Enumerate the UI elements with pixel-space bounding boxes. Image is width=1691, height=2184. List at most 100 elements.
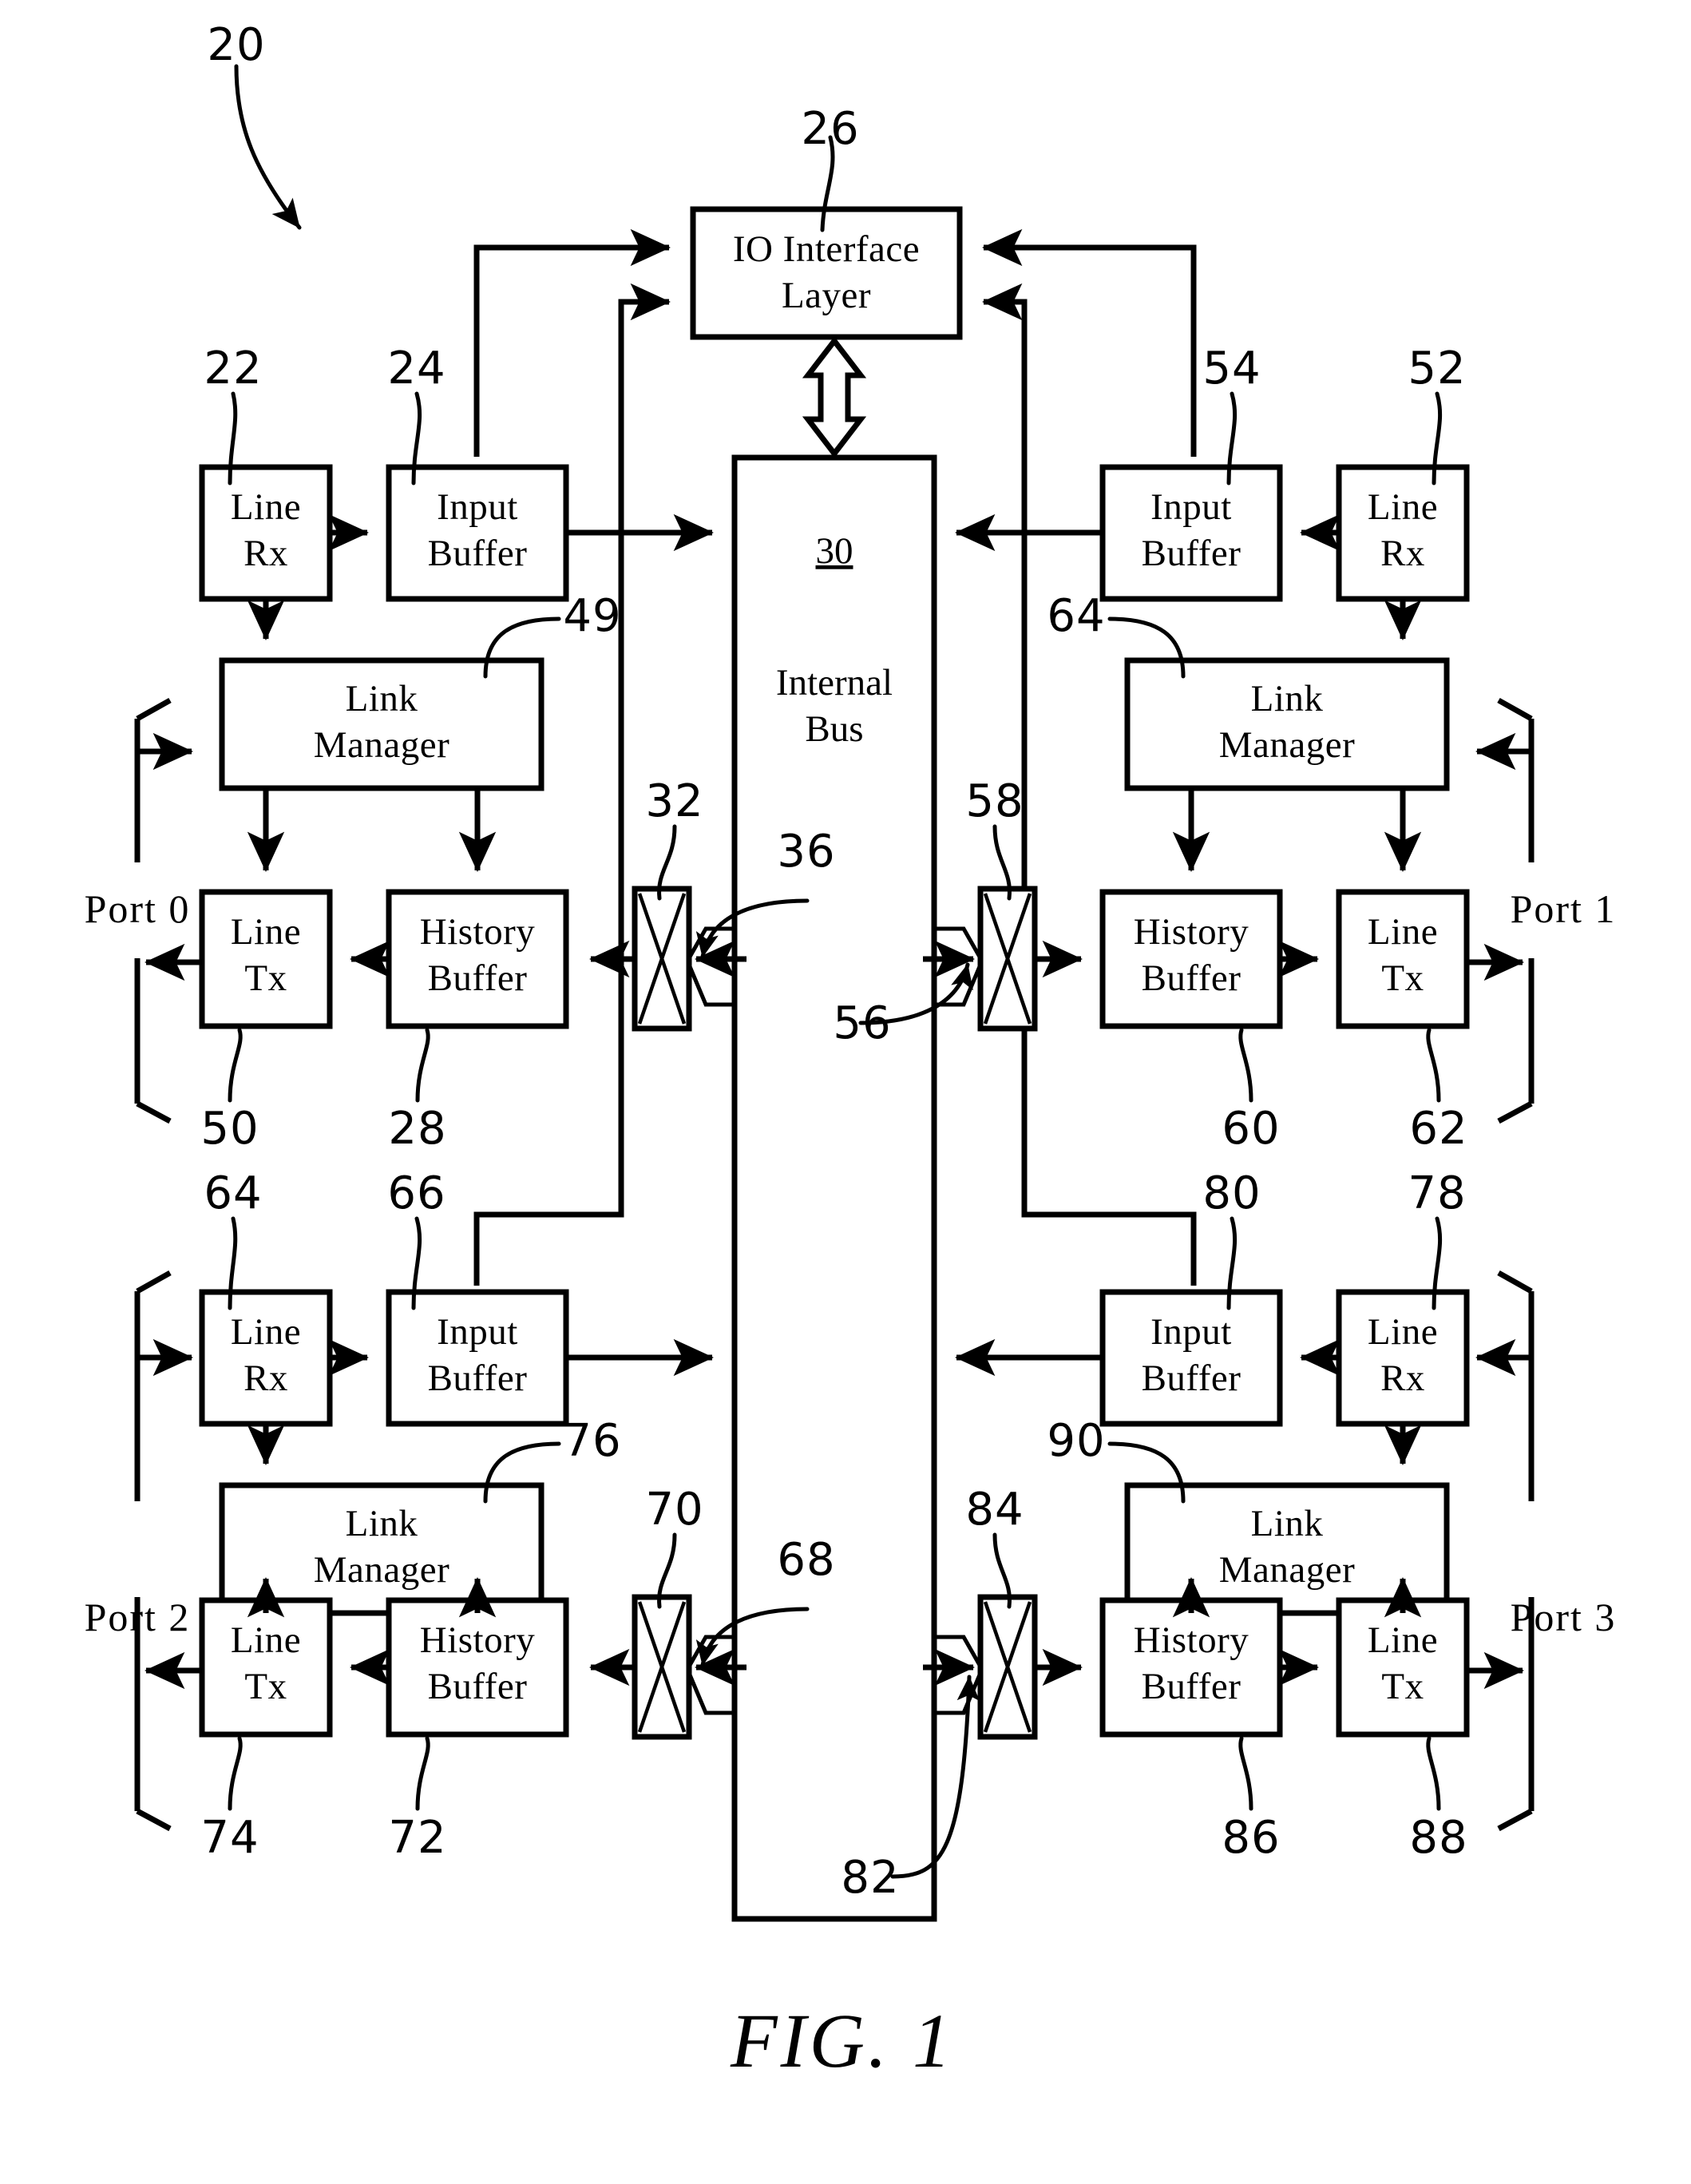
port1-line-tx-ref-label: 62 <box>1409 1103 1467 1155</box>
system-ref-label: 20 <box>207 19 265 71</box>
wire-ib0-to-io <box>473 228 671 457</box>
wire-ib2-to-io <box>473 283 671 1286</box>
port2-history-buffer-label-line2: Buffer <box>428 1666 528 1707</box>
internal-bus-ref-label: 30 <box>816 530 853 572</box>
port0-history-buffer-label-line1: History <box>420 911 536 953</box>
port3-line-tx-ref-label: 88 <box>1409 1812 1467 1864</box>
port2-history-buffer-ref-label: 72 <box>388 1812 446 1864</box>
port0-line-rx-label-line1: Line <box>231 486 301 528</box>
port2-mux-ref-label: 68 <box>777 1534 835 1586</box>
internal-bus-label-line2: Bus <box>805 708 863 750</box>
io-interface-ref-label: 26 <box>801 103 859 155</box>
port1-input-buffer-label-line2: Buffer <box>1142 533 1242 574</box>
port1-line-rx-label-line2: Rx <box>1380 533 1425 574</box>
port3-mux-stub-lower <box>934 1672 983 1715</box>
port0-input-buffer-ref-label: 24 <box>387 343 446 394</box>
port0-link-manager-label-line1: Link <box>346 678 418 719</box>
port2-group <box>134 1216 810 1832</box>
port0-mux-stub-lower <box>687 964 735 1007</box>
port0-name-label: Port 0 <box>85 886 191 931</box>
port1-link-manager-label-line2: Manager <box>1219 724 1356 766</box>
port3-line-rx-ref-label: 78 <box>1408 1167 1466 1219</box>
port0-input-buffer-label-line2: Buffer <box>428 533 528 574</box>
port2-line-tx-lead <box>228 1736 243 1811</box>
port1-mux-stub-upper <box>934 926 983 960</box>
port1-line-tx-lead <box>1426 1028 1441 1103</box>
port1-line-tx-label-line1: Line <box>1368 911 1438 953</box>
port1-link-manager-label-line1: Link <box>1251 678 1324 719</box>
port3-input-buffer-ref-label: 80 <box>1202 1167 1261 1219</box>
port0-line-tx-ref-label: 50 <box>200 1103 259 1155</box>
port0-history-buffer-ref-label: 28 <box>388 1103 446 1155</box>
port2-input-buffer-label-line1: Input <box>437 1311 518 1353</box>
port3-mux-ref-label: 82 <box>841 1852 899 1904</box>
port2-input-buffer-label-line2: Buffer <box>428 1358 528 1399</box>
port0-link-manager-ref-label: 49 <box>563 590 621 642</box>
port3-name-label: Port 3 <box>1511 1595 1617 1639</box>
port2-line-tx-label-line1: Line <box>231 1619 301 1661</box>
patent-figure: 20 IO Interface Layer 26 30 Internal Bus… <box>0 0 1691 2184</box>
port1-name-label: Port 1 <box>1511 886 1617 931</box>
port2-history-buffer-lead <box>415 1736 430 1811</box>
io-interface-label-line1: IO Interface <box>733 228 920 270</box>
port3-input-buffer-label-line1: Input <box>1150 1311 1232 1353</box>
port1-line-rx-ref-label: 52 <box>1408 343 1466 394</box>
port2-link-manager-label-line1: Link <box>346 1503 418 1544</box>
port0-input-buffer-label-line1: Input <box>437 486 518 528</box>
port1-crossbar-ref-label: 58 <box>965 775 1024 827</box>
port0-line-rx-ref-label: 22 <box>204 343 262 394</box>
port0-mux-ref-label: 36 <box>777 826 835 878</box>
port2-line-rx-label-line1: Line <box>231 1311 301 1353</box>
port3-link-manager-label-line2: Manager <box>1219 1549 1356 1591</box>
port1-history-buffer-label-line2: Buffer <box>1142 957 1242 999</box>
port3-history-buffer-label-line2: Buffer <box>1142 1666 1242 1707</box>
port3-line-tx-lead <box>1426 1736 1441 1811</box>
port0-line-tx-label-line2: Tx <box>244 957 287 999</box>
port3-history-buffer-lead <box>1238 1736 1253 1811</box>
port3-line-tx-label-line2: Tx <box>1381 1666 1424 1707</box>
port3-history-buffer-ref-label: 86 <box>1222 1812 1280 1864</box>
port0-line-tx-label-line1: Line <box>231 911 301 953</box>
internal-bus-label-line1: Internal <box>776 662 893 704</box>
port2-input-buffer-ref-label: 66 <box>387 1167 446 1219</box>
port0-link-manager-label-line2: Manager <box>314 724 450 766</box>
port3-link-manager-ref-label: 90 <box>1047 1415 1105 1467</box>
port2-name-label: Port 2 <box>85 1595 191 1639</box>
port2-crossbar-ref-label: 70 <box>645 1484 703 1536</box>
port2-mux-stub-lower <box>687 1672 735 1715</box>
port3-mux-stub-upper <box>934 1635 983 1668</box>
port1-link-manager-ref-label: 64 <box>1047 590 1105 642</box>
port1-input-buffer-ref-label: 54 <box>1202 343 1261 394</box>
port1-line-rx-label-line1: Line <box>1368 486 1438 528</box>
port0-line-tx-lead <box>228 1028 243 1103</box>
port3-line-tx-label-line1: Line <box>1368 1619 1438 1661</box>
port0-line-rx-label-line2: Rx <box>244 533 288 574</box>
port2-link-manager-ref-label: 76 <box>563 1415 621 1467</box>
system-ref-arrow <box>234 64 302 230</box>
port3-input-buffer-label-line2: Buffer <box>1142 1358 1242 1399</box>
port1-mux-ref-label: 56 <box>833 997 891 1049</box>
port1-history-buffer-lead <box>1238 1028 1253 1103</box>
port3-history-buffer-label-line1: History <box>1134 1619 1249 1661</box>
port3-crossbar-ref-label: 84 <box>965 1484 1024 1536</box>
port0-crossbar-ref-label: 32 <box>645 775 703 827</box>
port2-line-rx-ref-label: 64 <box>204 1167 262 1219</box>
port1-line-tx-label-line2: Tx <box>1381 957 1424 999</box>
io-bus-bidirectional-arrow <box>802 336 867 458</box>
port1-input-buffer-label-line1: Input <box>1150 486 1232 528</box>
port0-history-buffer-label-line2: Buffer <box>428 957 528 999</box>
port2-history-buffer-label-line1: History <box>420 1619 536 1661</box>
port3-link-manager-label-line1: Link <box>1251 1503 1324 1544</box>
port2-line-rx-label-line2: Rx <box>244 1358 288 1399</box>
block-diagram-canvas: 20 IO Interface Layer 26 30 Internal Bus… <box>85 19 1617 2083</box>
port0-history-buffer-lead <box>415 1028 430 1103</box>
port2-link-manager-label-line2: Manager <box>314 1549 450 1591</box>
io-interface-label-line2: Layer <box>782 275 871 316</box>
port2-line-tx-ref-label: 74 <box>200 1812 259 1864</box>
port3-line-rx-label-line2: Rx <box>1380 1358 1425 1399</box>
port3-line-rx-label-line1: Line <box>1368 1311 1438 1353</box>
figure-caption: FIG. 1 <box>730 1998 954 2083</box>
wire-ib1-to-io <box>981 228 1197 457</box>
port2-line-tx-label-line2: Tx <box>244 1666 287 1707</box>
port1-history-buffer-label-line1: History <box>1134 911 1249 953</box>
